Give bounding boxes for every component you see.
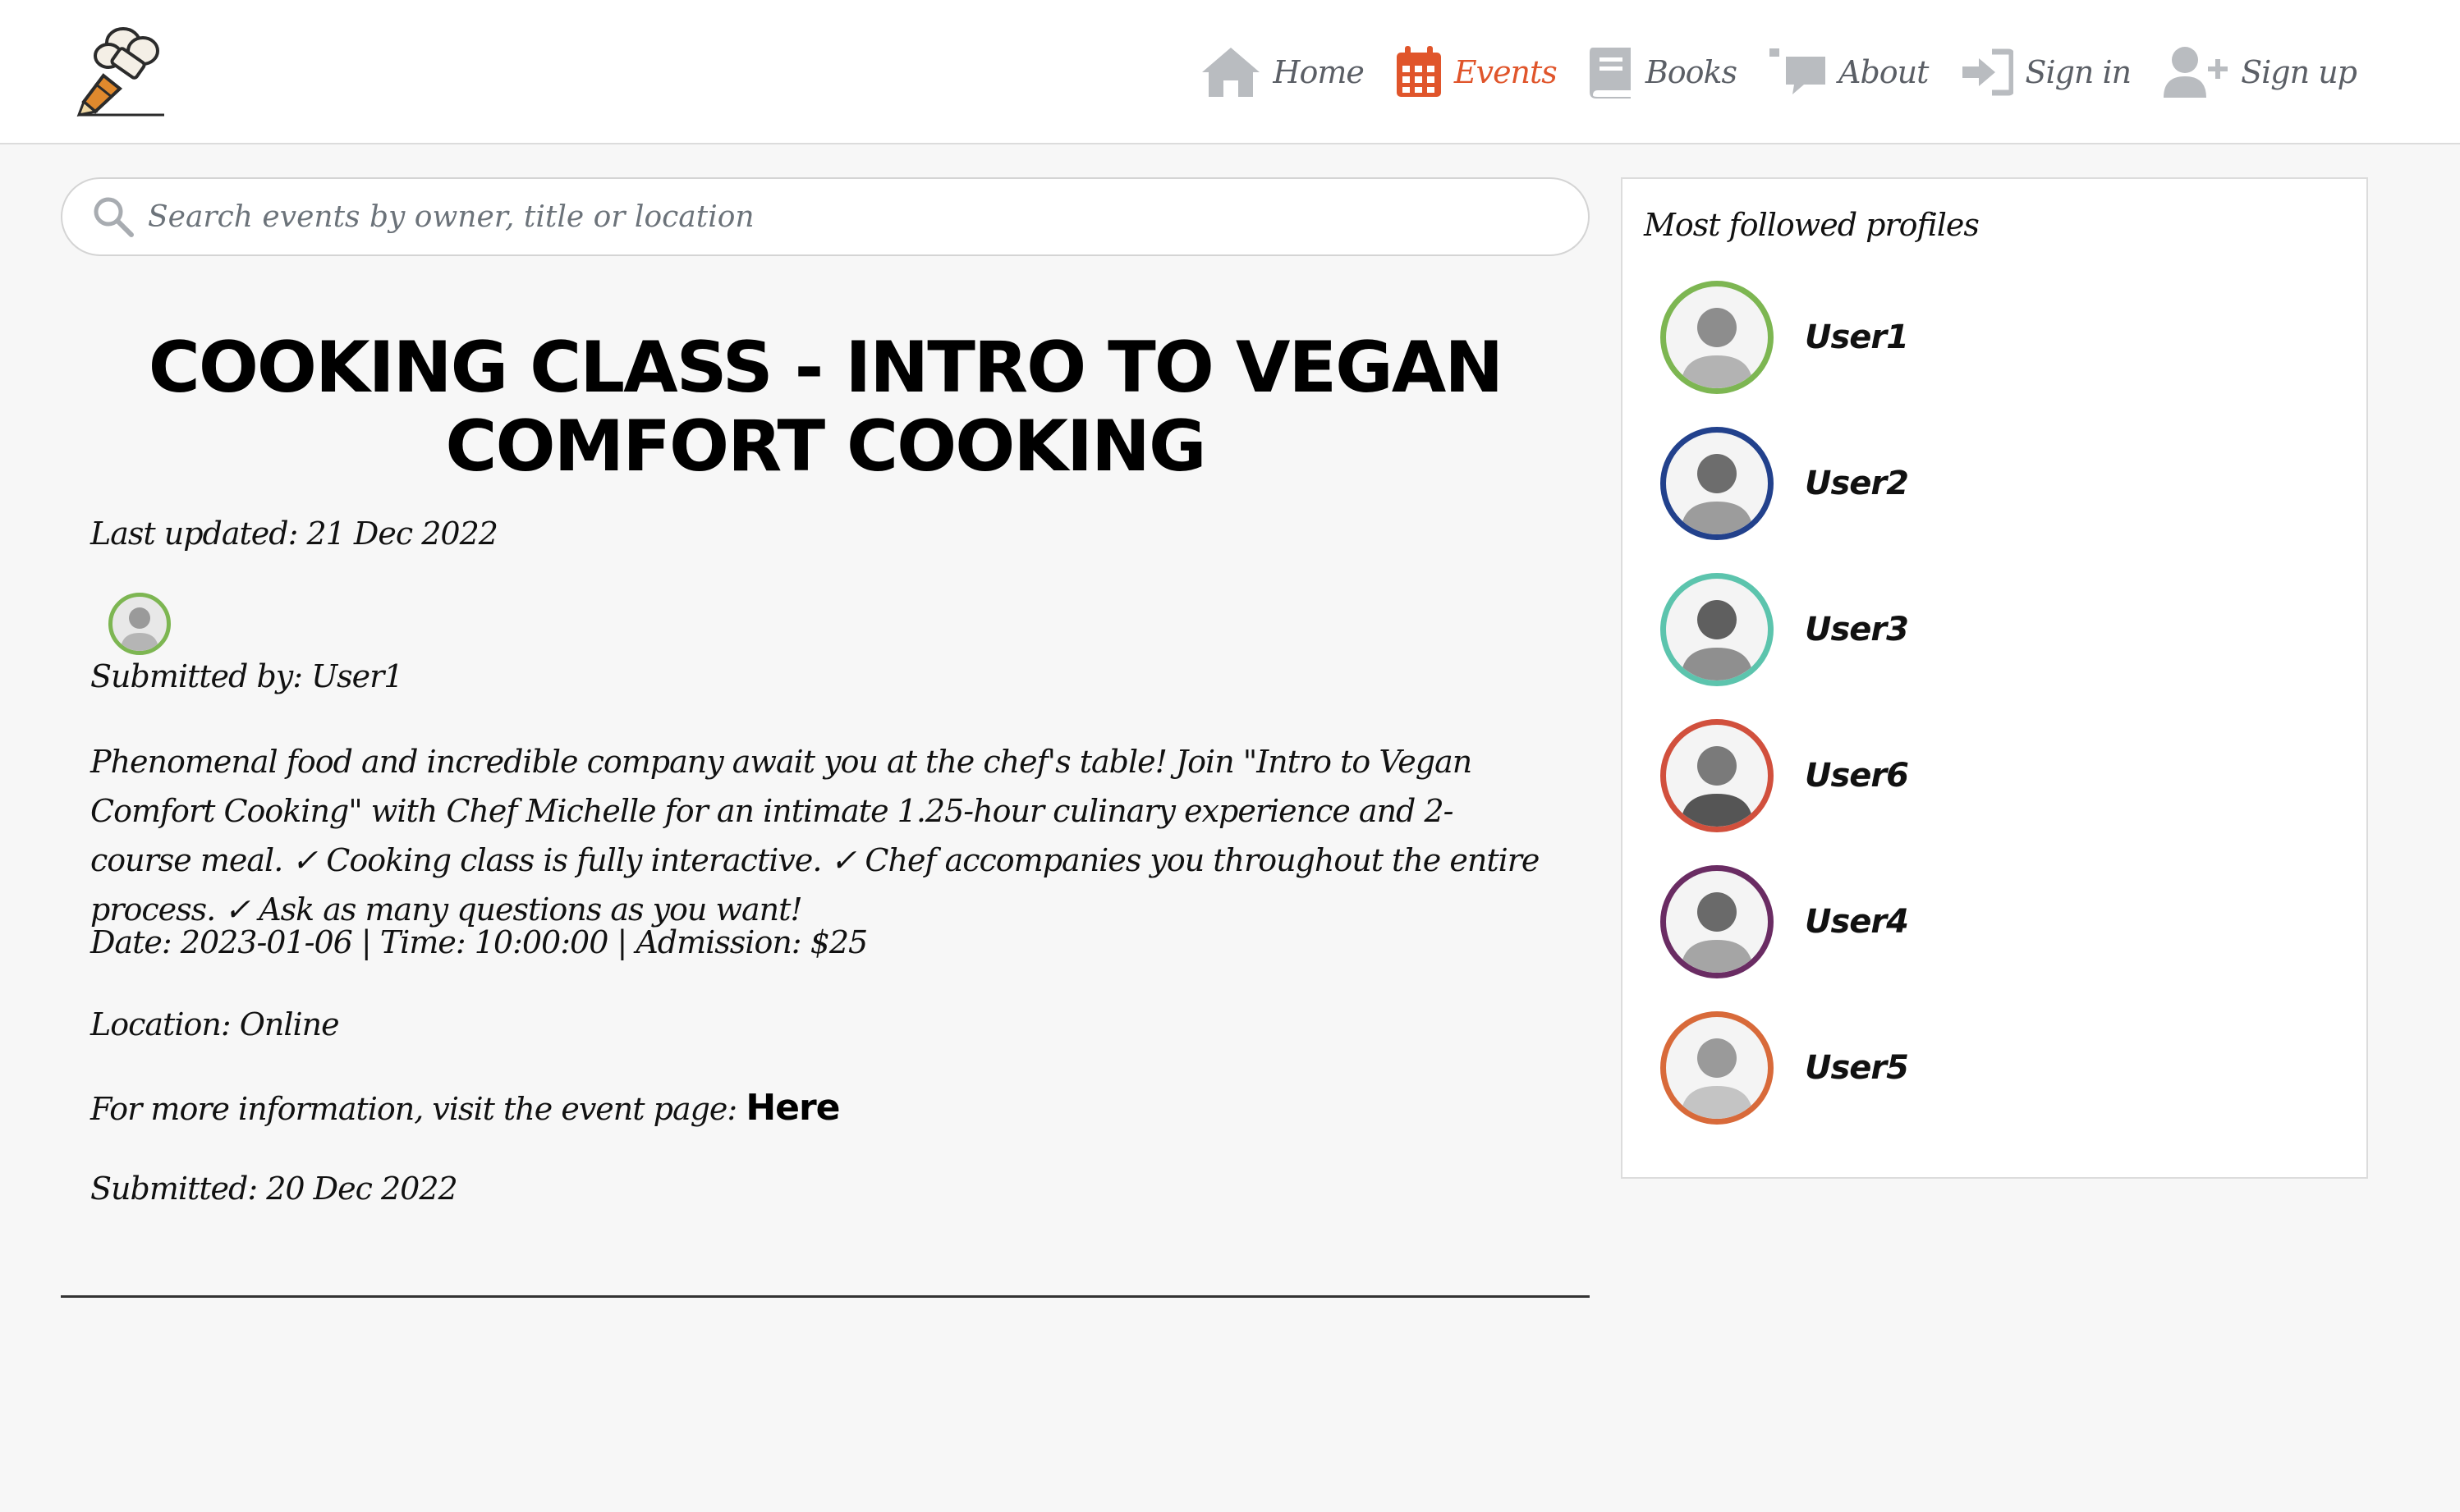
avatar[interactable] — [1660, 865, 1774, 978]
avatar[interactable] — [1660, 573, 1774, 686]
profile-item[interactable]: User1 — [1660, 281, 1909, 394]
profile-name[interactable]: User3 — [1805, 611, 1909, 648]
nav-sign-up[interactable]: Sign up — [2162, 45, 2357, 99]
book-icon — [1589, 48, 1631, 99]
nav-books-label: Books — [1645, 54, 1737, 90]
profile-item[interactable]: User6 — [1660, 719, 1909, 832]
profile-name[interactable]: User4 — [1805, 903, 1909, 941]
comments-icon — [1769, 48, 1826, 94]
event-page-link[interactable]: Here — [746, 1087, 840, 1129]
profile-item[interactable]: User4 — [1660, 865, 1909, 978]
nav-events-label: Events — [1453, 54, 1558, 90]
search-bar[interactable] — [61, 177, 1590, 256]
search-icon — [94, 197, 134, 237]
nav-home-label: Home — [1273, 54, 1365, 90]
profile-name[interactable]: User6 — [1805, 757, 1909, 795]
owner-avatar[interactable] — [108, 593, 171, 655]
logo-chef-hat-pencil-icon[interactable] — [72, 23, 171, 117]
profile-name[interactable]: User5 — [1805, 1049, 1909, 1087]
submitted-by: Submitted by: User1 — [90, 658, 403, 694]
event-date-time-admission: Date: 2023-01-06 | Time: 10:00:00 | Admi… — [90, 924, 868, 960]
submitted-date: Submitted: 20 Dec 2022 — [90, 1171, 458, 1207]
profile-item[interactable]: User5 — [1660, 1011, 1909, 1125]
event-title: COOKING CLASS - INTRO TO VEGAN COMFORT C… — [148, 327, 1504, 488]
nav-home[interactable]: Home — [1200, 46, 1365, 99]
sign-in-icon — [1962, 48, 2014, 96]
profile-name[interactable]: User2 — [1805, 465, 1909, 502]
avatar[interactable] — [1660, 1011, 1774, 1125]
nav-sign-in[interactable]: Sign in — [1959, 48, 2132, 96]
search-input[interactable] — [146, 199, 1542, 235]
nav-sign-up-label: Sign up — [2241, 54, 2357, 90]
top-navbar: Home Events Books About Sign in Sign up — [0, 0, 2460, 144]
home-icon — [1202, 48, 1260, 97]
last-updated: Last updated: 21 Dec 2022 — [90, 515, 498, 552]
calendar-icon — [1396, 46, 1441, 97]
nav-about[interactable]: About — [1768, 47, 1929, 98]
main-nav: Home Events Books About Sign in Sign up — [1200, 36, 2357, 108]
avatar[interactable] — [1660, 427, 1774, 540]
event-location: Location: Online — [90, 1006, 340, 1042]
avatar[interactable] — [1660, 281, 1774, 394]
content-divider — [61, 1295, 1590, 1298]
nav-events[interactable]: Events — [1395, 46, 1558, 99]
profile-item[interactable]: User2 — [1660, 427, 1909, 540]
event-detail: COOKING CLASS - INTRO TO VEGAN COMFORT C… — [61, 328, 1590, 486]
sidebar-title: Most followed profiles — [1644, 207, 1980, 243]
nav-about-label: About — [1838, 54, 1929, 90]
most-followed-profiles: Most followed profiles User1 User2 User3… — [1621, 177, 2368, 1179]
event-description: Phenomenal food and incredible company a… — [90, 744, 1540, 928]
profile-item[interactable]: User3 — [1660, 573, 1909, 686]
profile-name[interactable]: User1 — [1805, 318, 1909, 356]
nav-books[interactable]: Books — [1588, 46, 1737, 99]
more-info: For more information, visit the event pa… — [90, 1087, 841, 1129]
nav-sign-in-label: Sign in — [2025, 54, 2132, 90]
more-info-text: For more information, visit the event pa… — [90, 1091, 737, 1127]
user-plus-icon — [2164, 47, 2228, 98]
avatar[interactable] — [1660, 719, 1774, 832]
